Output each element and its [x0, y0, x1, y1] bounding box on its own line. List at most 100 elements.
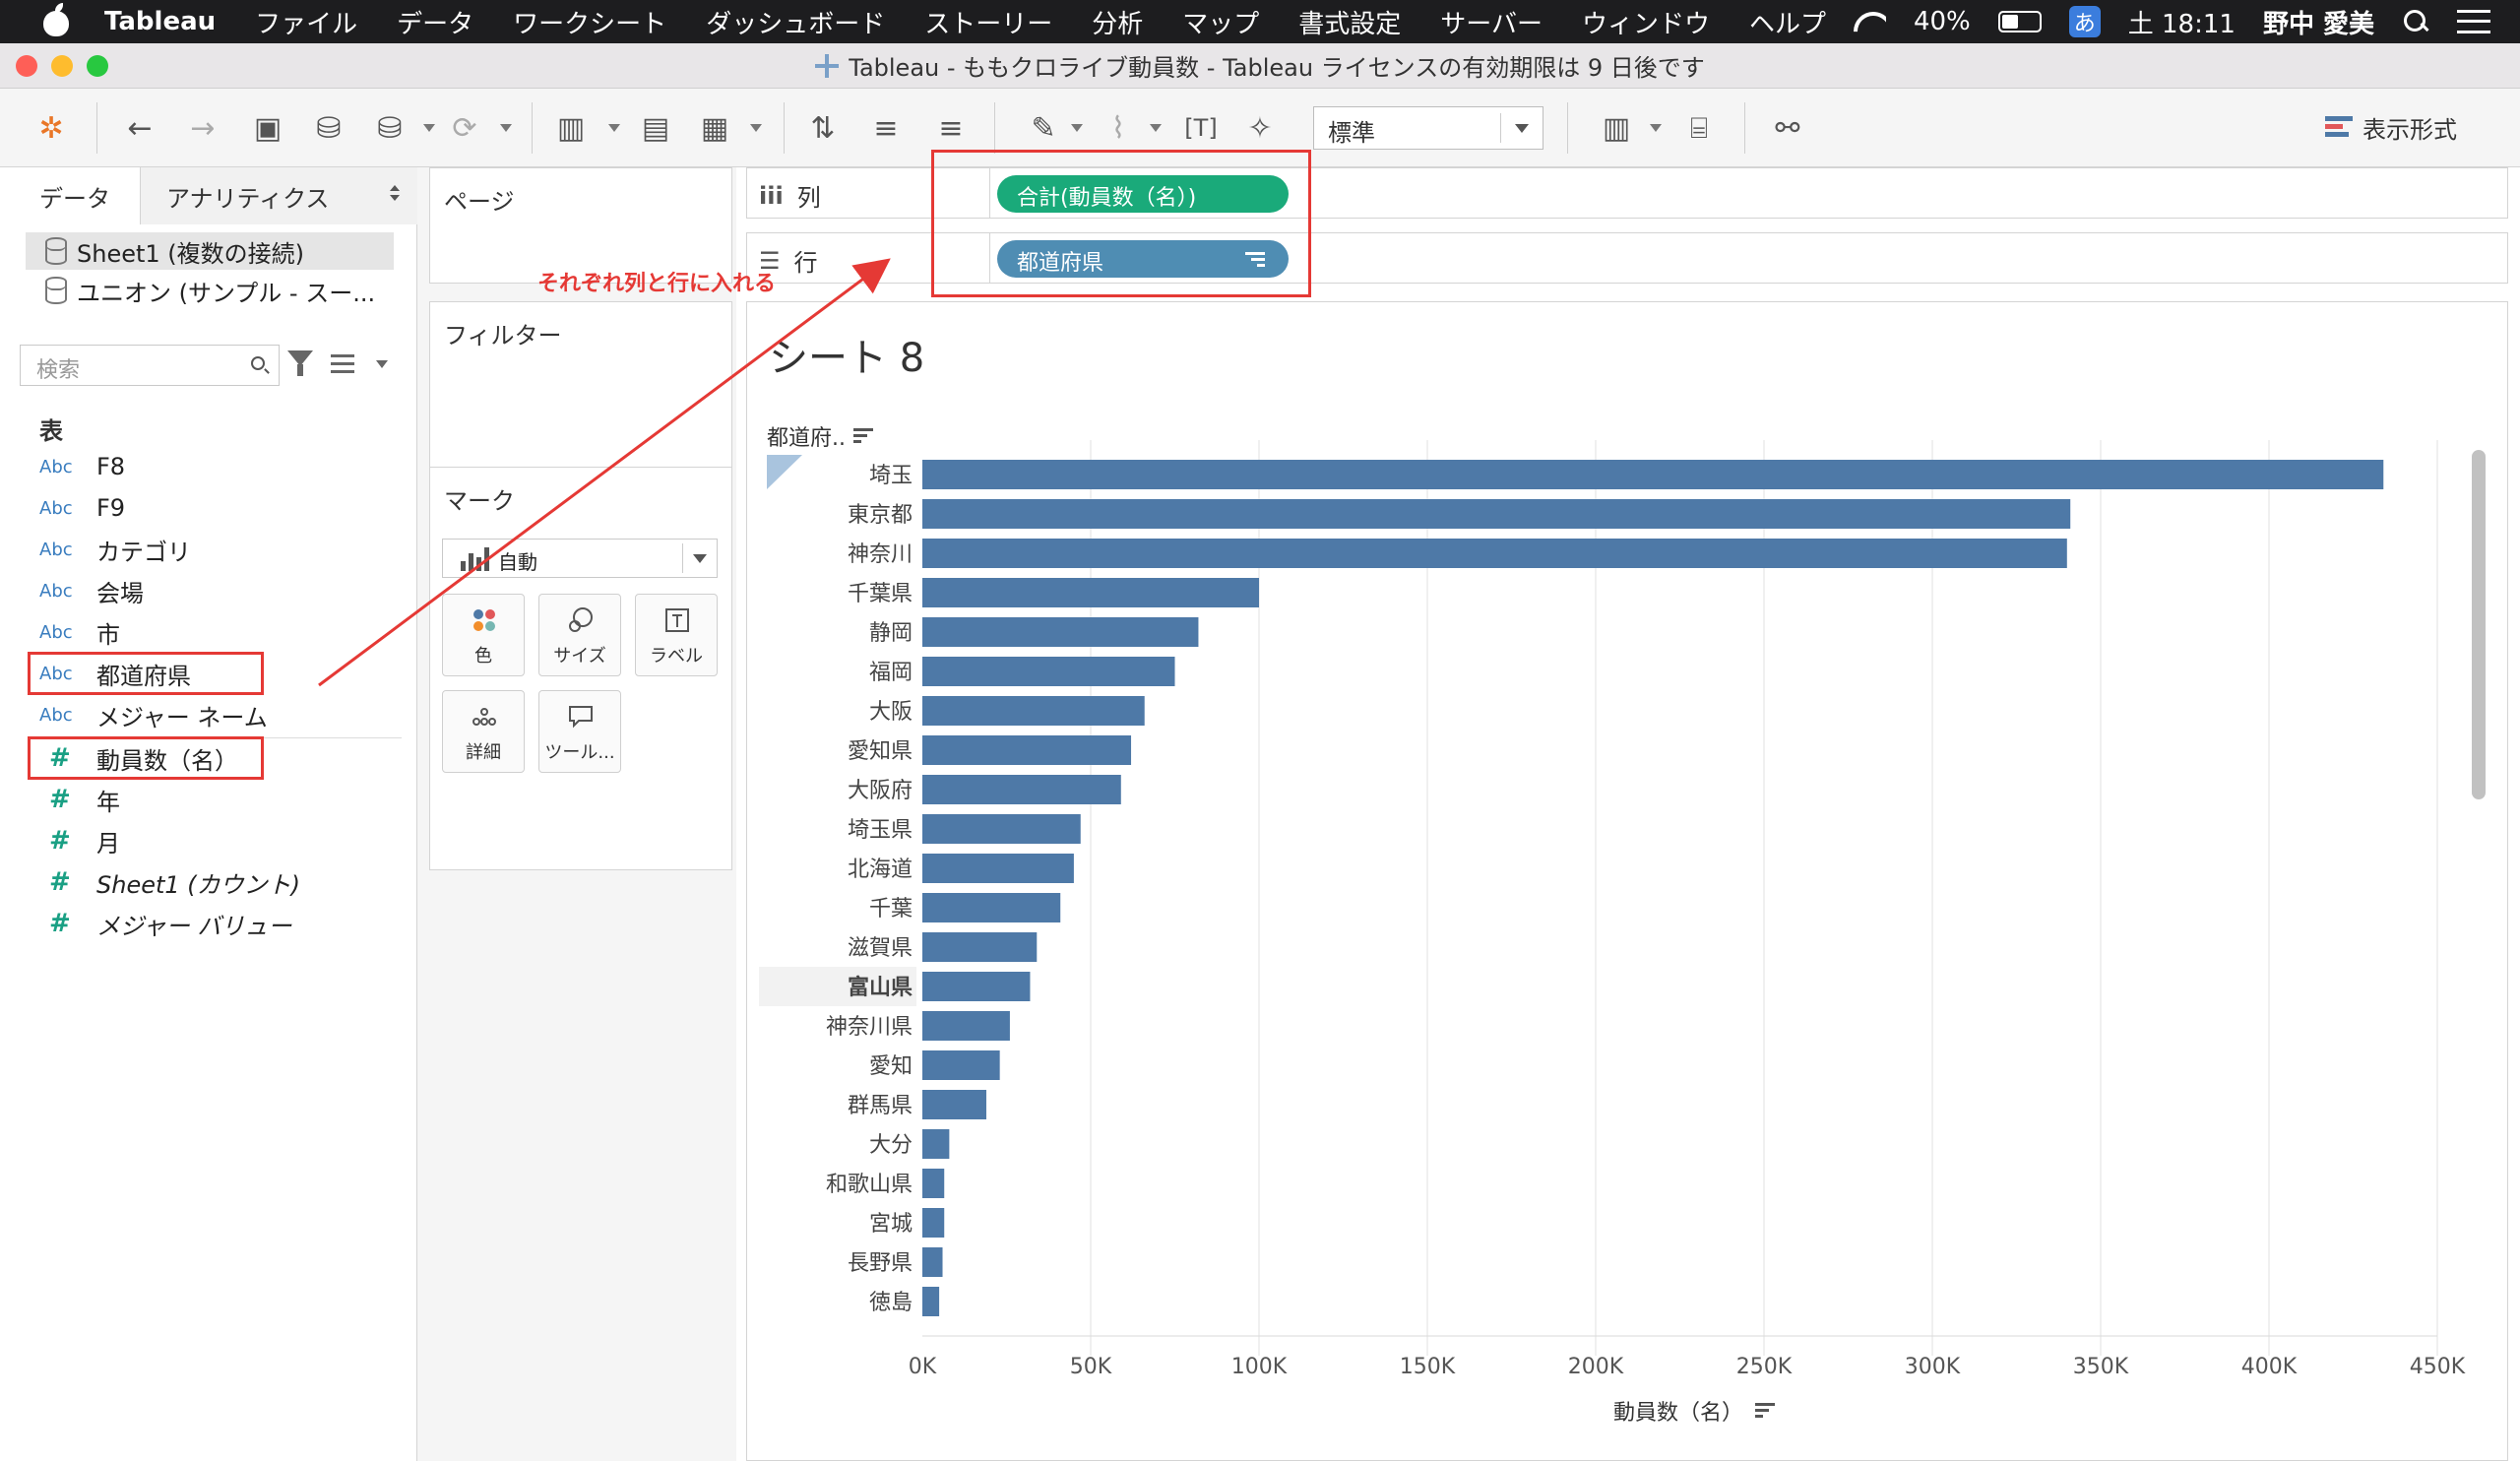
field-sheet1-count[interactable]: # Sheet1 (カウント): [39, 862, 404, 902]
bar[interactable]: [922, 814, 1081, 844]
menu-help[interactable]: ヘルプ: [1749, 4, 1826, 40]
show-cards-icon[interactable]: ▥: [1595, 108, 1638, 148]
connection-sheet1[interactable]: Sheet1 (複数の接続): [26, 232, 394, 270]
category-label[interactable]: 大分: [869, 1133, 913, 1158]
new-data-source-icon[interactable]: ⛁: [309, 108, 348, 148]
fix-axes-icon[interactable]: ✧: [1240, 108, 1280, 148]
wifi-icon[interactable]: [1853, 9, 1886, 34]
spotlight-search-icon[interactable]: [2402, 8, 2429, 35]
tableau-start-icon[interactable]: ✲: [30, 108, 73, 148]
x-axis-title[interactable]: 動員数（名）: [1613, 1395, 1776, 1427]
save-icon[interactable]: ▣: [248, 108, 287, 148]
category-label[interactable]: 埼玉県: [848, 818, 913, 843]
bar[interactable]: [922, 617, 1199, 647]
sort-descending-icon[interactable]: ≡: [931, 108, 971, 148]
input-method-icon[interactable]: あ: [2068, 6, 2101, 37]
clock[interactable]: 土 18:11: [2128, 4, 2236, 40]
bar[interactable]: [922, 893, 1061, 922]
refresh-icon[interactable]: ⟳: [445, 108, 484, 148]
window-zoom-button[interactable]: [87, 55, 108, 77]
bar[interactable]: [922, 1169, 945, 1198]
menu-dashboard[interactable]: ダッシュボード: [706, 4, 885, 40]
category-label[interactable]: 富山県: [848, 975, 913, 1000]
category-label[interactable]: 北海道: [848, 858, 913, 882]
bar[interactable]: [922, 932, 1038, 962]
field-city[interactable]: Abc 市: [39, 612, 404, 652]
vertical-scrollbar[interactable]: [2472, 450, 2486, 799]
bar[interactable]: [922, 1129, 950, 1159]
share-icon[interactable]: ⚯: [1768, 108, 1807, 148]
highlight-icon[interactable]: ✎: [1024, 108, 1063, 148]
size-button[interactable]: サイズ: [538, 594, 621, 676]
category-label[interactable]: 神奈川県: [826, 1015, 913, 1040]
menu-format[interactable]: 書式設定: [1298, 4, 1401, 40]
new-worksheet-icon[interactable]: ▥: [551, 108, 591, 148]
bar[interactable]: [922, 1090, 986, 1119]
detail-button[interactable]: 詳細: [442, 690, 525, 773]
search-input[interactable]: 検索: [20, 345, 280, 386]
menu-analysis[interactable]: 分析: [1092, 4, 1143, 40]
user-name[interactable]: 野中 愛美: [2263, 4, 2374, 40]
category-label[interactable]: 宮城: [869, 1212, 913, 1237]
category-label[interactable]: 和歌山県: [826, 1173, 913, 1197]
bar[interactable]: [922, 1208, 945, 1238]
duplicate-sheet-icon[interactable]: ▤: [636, 108, 675, 148]
menu-server[interactable]: サーバー: [1440, 4, 1543, 40]
category-label[interactable]: 福岡: [869, 661, 913, 685]
battery-icon[interactable]: [1997, 11, 2042, 32]
back-arrow-icon[interactable]: ←: [118, 108, 161, 148]
field-f9[interactable]: Abc F9: [39, 488, 404, 528]
connection-union[interactable]: ユニオン (サンプル - スー...: [26, 272, 394, 309]
show-me-button[interactable]: 表示形式: [2325, 110, 2457, 145]
field-measure-names[interactable]: Abc メジャー ネーム: [39, 695, 404, 734]
bar[interactable]: [922, 539, 2067, 568]
category-label[interactable]: 千葉: [869, 897, 913, 922]
category-label[interactable]: 滋賀県: [848, 936, 913, 961]
group-members-icon[interactable]: ⌇: [1099, 108, 1138, 148]
show-mark-labels-icon[interactable]: [T]: [1181, 108, 1221, 148]
window-minimize-button[interactable]: [51, 55, 73, 77]
presentation-mode-icon[interactable]: ⌸: [1679, 108, 1719, 148]
control-center-icon[interactable]: [2457, 10, 2490, 33]
category-label[interactable]: 東京都: [848, 503, 913, 528]
category-label[interactable]: 長野県: [848, 1251, 913, 1276]
menu-file[interactable]: ファイル: [255, 4, 357, 40]
menu-map[interactable]: マップ: [1182, 4, 1259, 40]
tab-data[interactable]: データ: [0, 167, 140, 224]
category-label[interactable]: 愛知: [869, 1054, 913, 1079]
bar[interactable]: [922, 1247, 943, 1277]
category-label[interactable]: 徳島: [869, 1291, 913, 1315]
fit-select[interactable]: 標準: [1313, 106, 1544, 150]
bar[interactable]: [922, 735, 1132, 765]
mark-type-select[interactable]: 自動: [442, 539, 718, 578]
category-label[interactable]: 群馬県: [848, 1094, 913, 1118]
menu-data[interactable]: データ: [397, 4, 473, 40]
bar[interactable]: [922, 657, 1175, 686]
category-label[interactable]: 静岡: [869, 621, 913, 646]
bar[interactable]: [922, 854, 1074, 883]
bar[interactable]: [922, 578, 1259, 607]
category-label[interactable]: 神奈川: [848, 542, 913, 567]
pause-updates-icon[interactable]: ⛁: [370, 108, 410, 148]
field-f8[interactable]: Abc F8: [39, 447, 404, 486]
color-button[interactable]: 色: [442, 594, 525, 676]
window-close-button[interactable]: [16, 55, 37, 77]
tooltip-button[interactable]: ツール...: [538, 690, 621, 773]
view-list-icon[interactable]: [331, 352, 390, 376]
filter-icon[interactable]: [287, 350, 313, 376]
bar[interactable]: [922, 775, 1121, 804]
bar[interactable]: [922, 1287, 940, 1316]
category-label[interactable]: 千葉県: [848, 582, 913, 606]
category-label[interactable]: 大阪府: [848, 779, 913, 803]
bar[interactable]: [922, 1011, 1010, 1041]
field-venue[interactable]: Abc 会場: [39, 571, 404, 610]
category-label[interactable]: 埼玉: [869, 464, 913, 488]
field-month[interactable]: # 月: [39, 821, 404, 860]
category-label[interactable]: 大阪: [869, 700, 913, 725]
tab-analytics[interactable]: アナリティクス: [140, 167, 417, 224]
field-measure-values[interactable]: # メジャー バリュー: [39, 904, 404, 943]
label-button[interactable]: ラベル: [635, 594, 718, 676]
clear-sheet-icon[interactable]: ▦: [695, 108, 734, 148]
field-category[interactable]: Abc カテゴリ: [39, 530, 404, 569]
category-label[interactable]: 愛知県: [848, 739, 913, 764]
